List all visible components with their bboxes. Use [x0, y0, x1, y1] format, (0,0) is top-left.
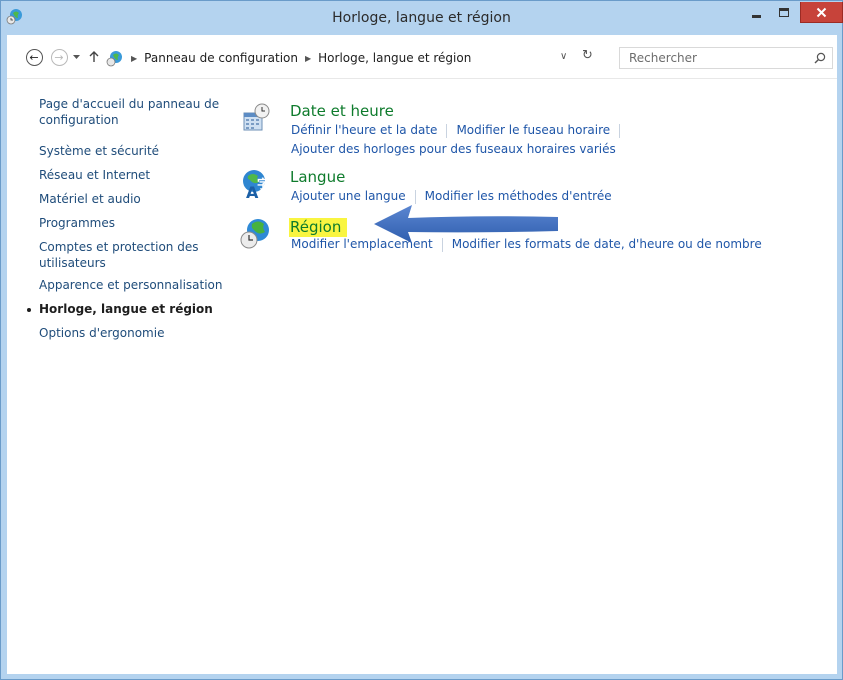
- date-time-links-row2: Ajouter des horloges pour des fuseaux ho…: [291, 142, 616, 156]
- annotation-arrow-icon: [374, 205, 558, 243]
- region-globe-clock-icon[interactable]: [240, 218, 272, 250]
- date-time-title[interactable]: Date et heure: [290, 102, 394, 120]
- minimize-button[interactable]: [743, 2, 769, 23]
- forward-button[interactable]: →: [48, 46, 70, 68]
- breadcrumb-separator-icon[interactable]: ▶: [305, 54, 311, 63]
- link-divider: [619, 123, 621, 138]
- breadcrumb-item-control-panel[interactable]: Panneau de configuration: [144, 51, 298, 65]
- recent-locations-button[interactable]: [69, 46, 83, 68]
- address-dropdown-icon[interactable]: ∨: [560, 51, 567, 62]
- back-button[interactable]: ←: [23, 46, 45, 68]
- set-time-date-link[interactable]: Définir l'heure et la date: [291, 123, 437, 137]
- search-placeholder: Rechercher: [629, 51, 697, 65]
- breadcrumb-separator-icon[interactable]: ▶: [131, 54, 137, 63]
- breadcrumb-item-clock-region[interactable]: Horloge, langue et région: [318, 51, 471, 65]
- breadcrumb[interactable]: ▶ Panneau de configuration ▶ Horloge, la…: [104, 47, 590, 69]
- add-clocks-link[interactable]: Ajouter des horloges pour des fuseaux ho…: [291, 142, 616, 156]
- date-time-links: Définir l'heure et la date Modifier le fu…: [291, 123, 629, 138]
- forward-arrow-icon: →: [50, 48, 68, 66]
- refresh-icon[interactable]: ↻: [582, 48, 593, 63]
- close-icon: [816, 7, 827, 17]
- region-title[interactable]: Région: [289, 218, 348, 237]
- maximize-button[interactable]: [771, 2, 797, 23]
- maximize-icon: [779, 8, 789, 17]
- sidebar-item-programs[interactable]: Programmes: [39, 215, 115, 231]
- sidebar-item-ease-of-access[interactable]: Options d'ergonomie: [39, 325, 164, 341]
- link-divider: [414, 189, 416, 204]
- sidebar-item-system-security[interactable]: Système et sécurité: [39, 143, 159, 159]
- change-input-methods-link[interactable]: Modifier les méthodes d'entrée: [425, 189, 612, 203]
- calendar-clock-icon[interactable]: [240, 102, 272, 134]
- current-item-bullet-icon: [27, 308, 31, 312]
- add-language-link[interactable]: Ajouter une langue: [291, 189, 406, 203]
- language-title[interactable]: Langue: [290, 168, 345, 186]
- up-arrow-icon: [89, 51, 99, 62]
- link-divider: [446, 123, 448, 138]
- search-icon[interactable]: [814, 52, 826, 64]
- close-button[interactable]: [800, 2, 843, 23]
- control-panel-icon: [106, 51, 122, 67]
- language-globe-icon[interactable]: A 字: [240, 168, 272, 200]
- change-time-zone-link[interactable]: Modifier le fuseau horaire: [456, 123, 610, 137]
- up-button[interactable]: [86, 46, 102, 68]
- chevron-down-icon: [72, 54, 80, 59]
- window-title: Horloge, langue et région: [332, 10, 511, 26]
- sidebar-item-user-accounts[interactable]: Comptes et protection des utilisateurs: [39, 239, 204, 271]
- minimize-icon: [751, 15, 761, 18]
- sidebar-item-home[interactable]: Page d'accueil du panneau de configurati…: [39, 96, 224, 128]
- title-bar[interactable]: Horloge, langue et région: [1, 1, 843, 35]
- language-links: Ajouter une langue Modifier les méthodes …: [291, 189, 612, 204]
- svg-text:字: 字: [257, 176, 269, 191]
- sidebar-item-appearance[interactable]: Apparence et personnalisation: [39, 277, 223, 293]
- main-content: Page d'accueil du panneau de configurati…: [7, 78, 837, 674]
- sidebar-item-network-internet[interactable]: Réseau et Internet: [39, 167, 150, 183]
- back-arrow-icon: ←: [25, 48, 43, 66]
- address-bar: ← → ▶ Panneau de configuration ▶ Horloge…: [7, 35, 837, 78]
- sidebar-item-clock-region: Horloge, langue et région: [39, 302, 213, 316]
- search-input[interactable]: Rechercher: [619, 47, 833, 69]
- control-panel-window: Horloge, langue et région ← → ▶ Panneau …: [0, 0, 843, 680]
- sidebar-item-hardware-audio[interactable]: Matériel et audio: [39, 191, 141, 207]
